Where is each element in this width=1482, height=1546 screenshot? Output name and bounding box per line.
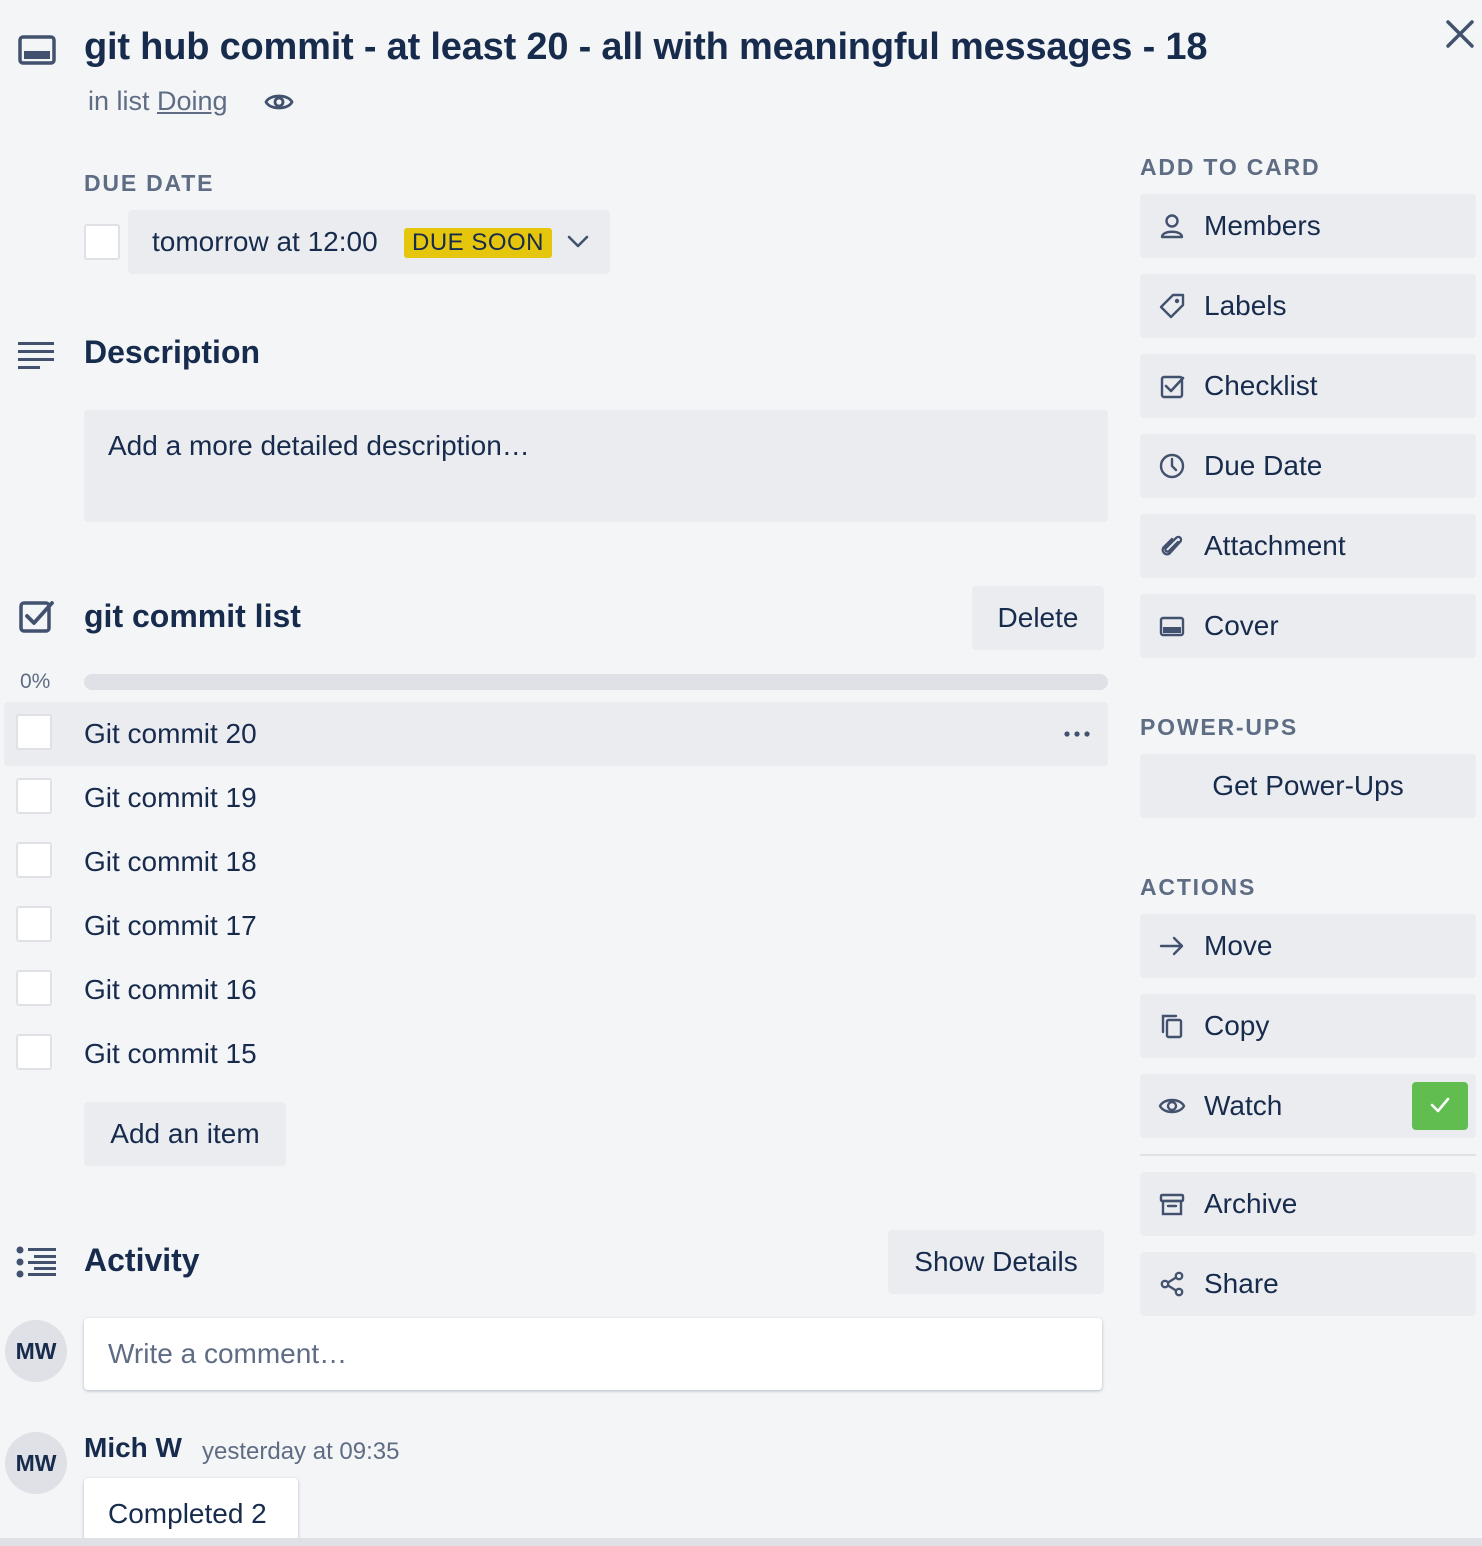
share-button[interactable]: Share [1140, 1252, 1476, 1316]
description-heading: Description [84, 334, 261, 370]
watching-eye-icon [264, 90, 294, 114]
due-date-button[interactable]: tomorrow at 12:00 DUE SOON [128, 210, 610, 274]
checklist-title[interactable]: git commit list [84, 598, 301, 635]
share-icon [1158, 1270, 1186, 1298]
due-soon-badge: DUE SOON [404, 228, 553, 258]
more-options-icon[interactable] [1062, 724, 1092, 744]
members-label: Members [1204, 210, 1321, 241]
labels-label: Labels [1204, 290, 1287, 321]
checklist-item-label[interactable]: Git commit 15 [84, 1038, 257, 1070]
close-icon[interactable] [1440, 14, 1480, 54]
tag-icon [1158, 292, 1186, 320]
get-power-ups-label: Get Power-Ups [1212, 770, 1404, 801]
in-list-text: in list Doing [88, 86, 228, 117]
checklist-item-label[interactable]: Git commit 17 [84, 910, 257, 942]
delete-checklist-button[interactable]: Delete [972, 586, 1104, 650]
checklist-item[interactable]: Git commit 17 [4, 894, 1108, 958]
copy-label: Copy [1204, 1010, 1270, 1041]
watch-button[interactable]: Watch [1140, 1074, 1476, 1138]
description-placeholder: Add a more detailed description… [108, 430, 530, 461]
avatar[interactable]: MW [5, 1320, 67, 1382]
add-checklist-item-button[interactable]: Add an item [84, 1102, 286, 1166]
paperclip-icon [1158, 532, 1186, 560]
cover-icon [1158, 612, 1186, 640]
in-list-prefix: in list [88, 86, 150, 116]
checklist-item[interactable]: Git commit 15 [4, 1022, 1108, 1086]
activity-icon [16, 1246, 56, 1278]
avatar[interactable]: MW [5, 1432, 67, 1494]
checklist-item-checkbox[interactable] [16, 1034, 52, 1070]
attachment-button[interactable]: Attachment [1140, 514, 1476, 578]
checklist-item[interactable]: Git commit 16 [4, 958, 1108, 1022]
labels-button[interactable]: Labels [1140, 274, 1476, 338]
archive-icon [1158, 1190, 1186, 1218]
description-editor[interactable]: Add a more detailed description… [84, 410, 1108, 522]
move-label: Move [1204, 930, 1273, 961]
due-date-complete-checkbox[interactable] [84, 224, 120, 260]
archive-label: Archive [1204, 1188, 1298, 1219]
checklist-button[interactable]: Checklist [1140, 354, 1476, 418]
watching-check-icon [1412, 1082, 1468, 1130]
checklist-item-label[interactable]: Git commit 16 [84, 974, 257, 1006]
add-to-card-label: ADD TO CARD [1140, 154, 1321, 180]
checklist-item-checkbox[interactable] [16, 970, 52, 1006]
attachment-label: Attachment [1204, 530, 1346, 561]
checklist-item-checkbox[interactable] [16, 842, 52, 878]
archive-button[interactable]: Archive [1140, 1172, 1476, 1236]
checklist-item[interactable]: Git commit 18 [4, 830, 1108, 894]
clock-icon [1158, 452, 1186, 480]
person-icon [1158, 212, 1186, 240]
cover-button[interactable]: Cover [1140, 594, 1476, 658]
copy-icon [1158, 1012, 1186, 1040]
watch-label: Watch [1204, 1090, 1283, 1121]
get-power-ups-button[interactable]: Get Power-Ups [1140, 754, 1476, 818]
list-name-link[interactable]: Doing [157, 86, 228, 116]
show-details-button[interactable]: Show Details [888, 1230, 1104, 1294]
copy-button[interactable]: Copy [1140, 994, 1476, 1058]
checklist-icon [18, 598, 56, 636]
members-button[interactable]: Members [1140, 194, 1476, 258]
checklist-item-checkbox[interactable] [16, 714, 52, 750]
actions-label: ACTIONS [1140, 874, 1257, 900]
activity-heading: Activity [84, 1242, 200, 1278]
checklist-item-label[interactable]: Git commit 18 [84, 846, 257, 878]
activity-timestamp[interactable]: yesterday at 09:35 [202, 1438, 399, 1466]
cover-label: Cover [1204, 610, 1279, 641]
checklist-label: Checklist [1204, 370, 1318, 401]
share-label: Share [1204, 1268, 1279, 1299]
checklist-item[interactable]: Git commit 20 [4, 702, 1108, 766]
card-title[interactable]: git hub commit - at least 20 - all with … [84, 26, 1207, 69]
checklist-progress-bar [84, 674, 1108, 690]
checkbox-icon [1158, 372, 1186, 400]
checklist-item-checkbox[interactable] [16, 906, 52, 942]
checklist-item-label[interactable]: Git commit 20 [84, 718, 257, 750]
activity-author[interactable]: Mich W [84, 1432, 182, 1464]
card-icon [18, 34, 56, 66]
checklist-item-label[interactable]: Git commit 19 [84, 782, 257, 814]
comment-input[interactable]: Write a comment… [84, 1318, 1102, 1390]
activity-comment-text: Completed 2 [108, 1498, 267, 1529]
due-date-label: DUE DATE [84, 170, 215, 196]
comment-placeholder: Write a comment… [108, 1338, 348, 1369]
due-date-sidebar-label: Due Date [1204, 450, 1323, 481]
bottom-divider [0, 1538, 1482, 1546]
actions-divider [1140, 1154, 1476, 1156]
checklist-item-checkbox[interactable] [16, 778, 52, 814]
checklist-item[interactable]: Git commit 19 [4, 766, 1108, 830]
activity-comment: Completed 2 [84, 1478, 298, 1546]
description-icon [18, 340, 56, 370]
chevron-down-icon [566, 232, 590, 252]
due-date-value: tomorrow at 12:00 [152, 226, 378, 257]
checklist-progress-percent: 0% [20, 670, 51, 693]
move-button[interactable]: Move [1140, 914, 1476, 978]
power-ups-label: POWER-UPS [1140, 714, 1299, 740]
due-date-sidebar-button[interactable]: Due Date [1140, 434, 1476, 498]
arrow-right-icon [1158, 932, 1186, 960]
eye-icon [1158, 1092, 1186, 1120]
